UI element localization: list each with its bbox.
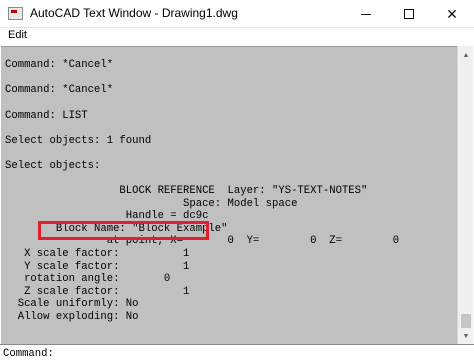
scroll-down-icon[interactable]: ▼: [458, 329, 474, 343]
history-line: rotation angle: 0: [5, 273, 171, 285]
maximize-icon: [404, 9, 414, 19]
history-line: Z scale factor: 1: [5, 286, 190, 298]
history-line: Command: *Cancel*: [5, 59, 114, 71]
menu-edit[interactable]: Edit: [8, 29, 27, 41]
command-input[interactable]: [54, 346, 454, 361]
minimize-icon: [361, 13, 371, 15]
minimize-button[interactable]: [346, 0, 386, 28]
command-line: Command:: [0, 344, 474, 362]
history-line: BLOCK REFERENCE Layer: "YS-TEXT-NOTES": [5, 185, 368, 197]
autocad-app-icon[interactable]: [8, 7, 23, 20]
history-line: Allow exploding: No: [5, 311, 139, 323]
history-line: Scale uniformly: No: [5, 298, 139, 310]
scroll-thumb[interactable]: [461, 314, 471, 328]
scroll-up-icon[interactable]: ▲: [458, 48, 474, 62]
menu-bar: Edit: [0, 28, 474, 45]
history-line: X scale factor: 1: [5, 248, 190, 260]
text-history-area[interactable]: Command: *Cancel* Command: *Cancel* Comm…: [1, 46, 457, 344]
maximize-button[interactable]: [389, 0, 429, 28]
block-name-highlight-box: [38, 221, 209, 240]
history-line: Y scale factor: 1: [5, 261, 190, 273]
history-line: Select objects:: [5, 160, 101, 172]
vertical-scrollbar[interactable]: ▲ ▼: [457, 46, 473, 344]
history-line: Space: Model space: [5, 198, 298, 210]
title-bar: AutoCAD Text Window - Drawing1.dwg ✕: [0, 0, 474, 28]
close-button[interactable]: ✕: [432, 0, 472, 28]
command-prompt-label: Command:: [3, 348, 54, 360]
history-line: Command: *Cancel*: [5, 84, 114, 96]
history-line: Select objects: 1 found: [5, 135, 152, 147]
history-line: Command: LIST: [5, 110, 88, 122]
window-title: AutoCAD Text Window - Drawing1.dwg: [30, 6, 238, 20]
close-icon: ✕: [446, 5, 458, 22]
